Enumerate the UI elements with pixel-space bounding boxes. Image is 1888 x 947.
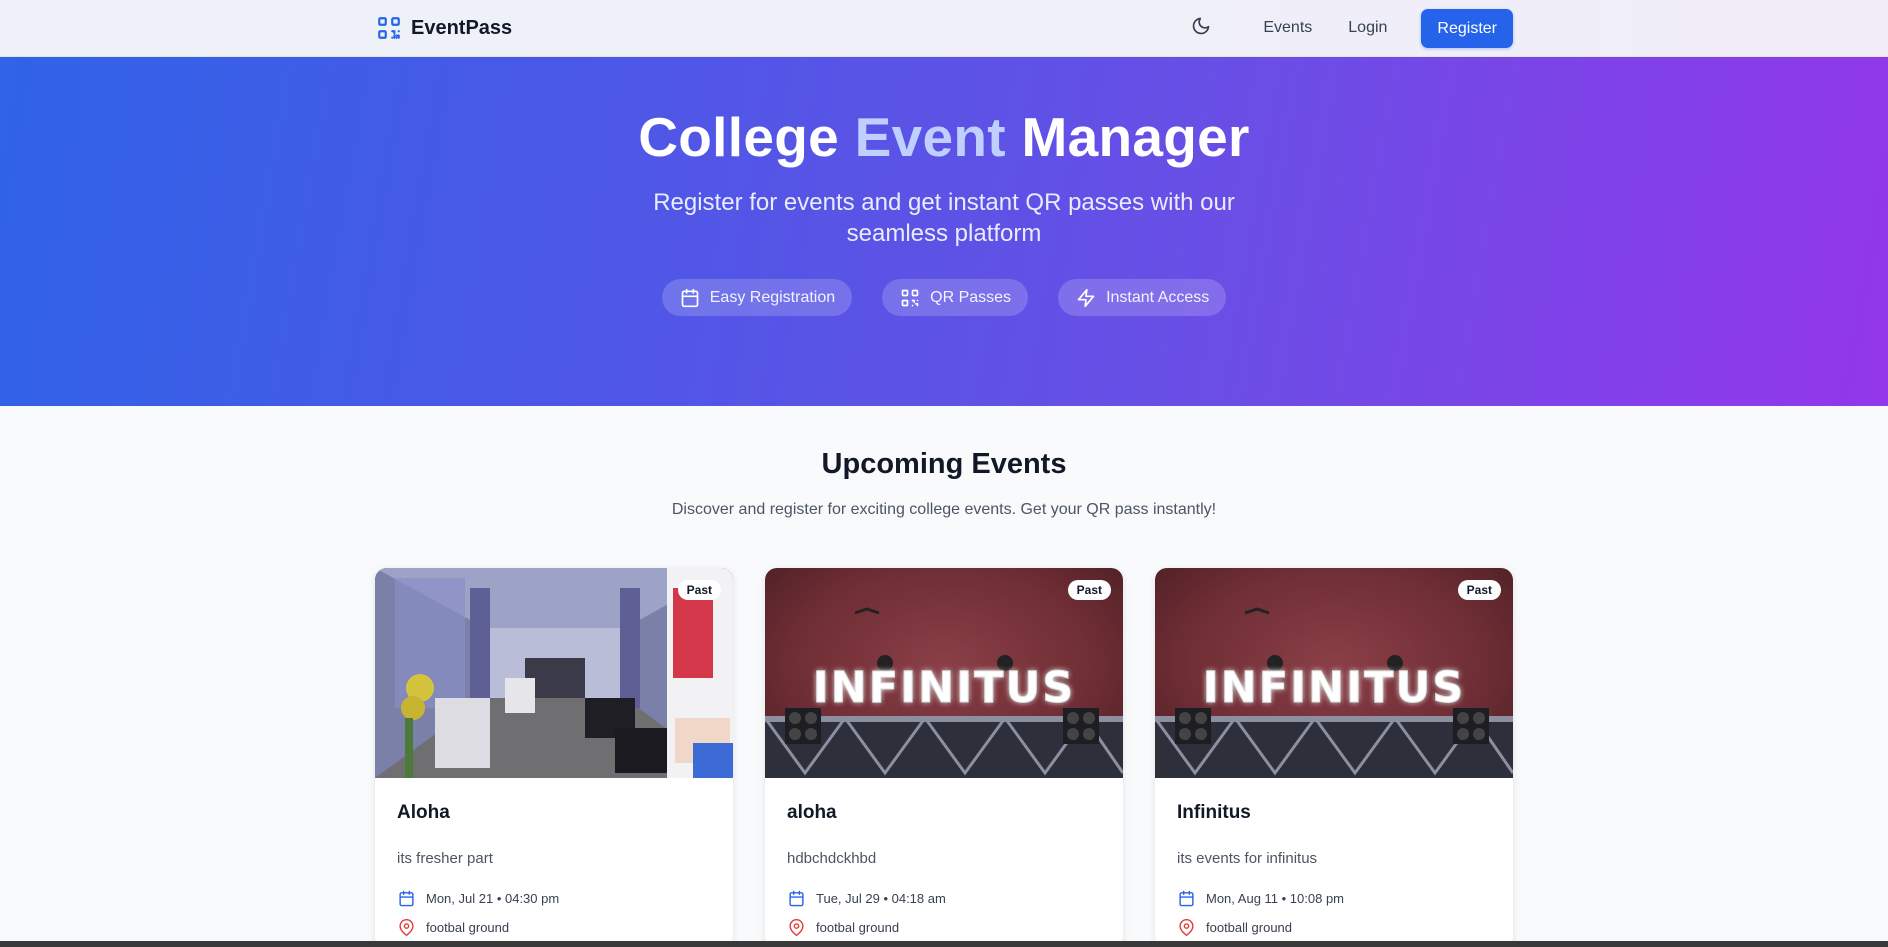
event-title: Aloha (397, 802, 450, 823)
hero-title-part2: Manager (1021, 106, 1250, 168)
brand[interactable]: EventPass (375, 14, 512, 42)
calendar-icon (397, 889, 415, 907)
feature-label: Easy Registration (709, 288, 836, 306)
lightning-icon (1075, 287, 1097, 309)
event-card[interactable]: INFINITUS Past aloha hdbchdckhbd Tue, Ju… (765, 568, 1123, 947)
feature-pill-qr: QR Passes (882, 279, 1029, 316)
calendar-icon (787, 889, 805, 907)
feature-label: Instant Access (1106, 288, 1210, 306)
status-badge: Past (1457, 580, 1501, 600)
hero-title: College Event Manager (0, 105, 1888, 169)
event-card[interactable]: Past Aloha its fresher part Mon, Jul 21 … (375, 568, 733, 947)
event-location-row: footbal ground (787, 918, 1101, 936)
hero-title-accent: Event (854, 106, 1006, 168)
brand-name: EventPass (411, 16, 513, 39)
map-pin-icon (397, 918, 415, 936)
event-date-row: Mon, Aug 11 • 10:08 pm (1177, 889, 1491, 907)
event-description: its fresher part (397, 850, 493, 867)
event-image-text: INFINITUS (812, 663, 1076, 714)
nav-link-events[interactable]: Events (1245, 9, 1330, 47)
feature-pill-access: Instant Access (1058, 279, 1227, 316)
calendar-icon (679, 287, 701, 309)
office-scene (375, 568, 733, 778)
qr-code-icon (375, 14, 403, 42)
qr-code-icon (899, 287, 921, 309)
event-image-text: INFINITUS (1202, 663, 1466, 714)
event-location-row: football ground (1177, 918, 1491, 936)
map-pin-icon (1177, 918, 1195, 936)
event-location: football ground (1206, 919, 1293, 935)
section-title: Upcoming Events (821, 448, 1067, 480)
nav-link-login[interactable]: Login (1330, 9, 1405, 47)
section-subtitle: Discover and register for exciting colle… (671, 501, 1217, 518)
feature-pills: Easy Registration QR Passes Instant Acce… (0, 279, 1888, 316)
event-location-row: footbal ground (397, 918, 711, 936)
status-badge: Past (677, 580, 721, 600)
event-date: Mon, Jul 21 • 04:30 pm (426, 890, 560, 906)
event-title: aloha (787, 802, 837, 823)
event-date: Tue, Jul 29 • 04:18 am (816, 890, 946, 906)
feature-label: QR Passes (930, 288, 1012, 306)
feature-pill-registration: Easy Registration (661, 279, 853, 316)
navbar: EventPass Events Login Register (0, 0, 1888, 57)
event-location: footbal ground (816, 919, 900, 935)
event-date: Mon, Aug 11 • 10:08 pm (1206, 890, 1345, 906)
hero-title-part1: College (638, 106, 839, 168)
status-badge: Past (1067, 580, 1111, 600)
event-date-row: Tue, Jul 29 • 04:18 am (787, 889, 1101, 907)
event-description: its events for infinitus (1177, 850, 1318, 867)
map-pin-icon (787, 918, 805, 936)
event-location: footbal ground (426, 919, 510, 935)
event-description: hdbchdckhbd (787, 850, 877, 867)
event-image: INFINITUS Past (1155, 568, 1513, 778)
hero-section: College Event Manager Register for event… (0, 57, 1888, 406)
moon-icon (1191, 16, 1211, 41)
event-card[interactable]: INFINITUS Past Infinitus its events for … (1155, 568, 1513, 947)
event-date-row: Mon, Jul 21 • 04:30 pm (397, 889, 711, 907)
hero-subtitle: Register for events and get instant QR p… (653, 189, 1235, 247)
event-image: Past (375, 568, 733, 778)
event-cards: Past Aloha its fresher part Mon, Jul 21 … (375, 568, 1513, 947)
event-image: INFINITUS Past (765, 568, 1123, 778)
calendar-icon (1177, 889, 1195, 907)
event-title: Infinitus (1177, 802, 1251, 823)
register-button[interactable]: Register (1421, 8, 1513, 48)
theme-toggle-button[interactable] (1181, 8, 1221, 48)
window-bottom-edge (0, 941, 1888, 947)
